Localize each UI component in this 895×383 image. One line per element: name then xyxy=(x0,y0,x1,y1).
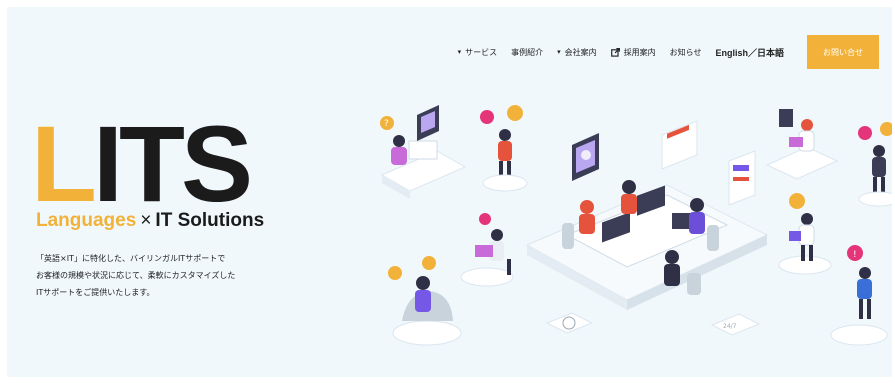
language-switch[interactable]: English／日本語 xyxy=(715,46,784,59)
nav-item-label: お知らせ xyxy=(669,47,702,57)
office-illustration: ? 24/7 ! xyxy=(380,105,892,346)
external-link-icon xyxy=(610,47,620,57)
contact-button[interactable]: お問い合せ xyxy=(807,35,879,69)
video-call-panel xyxy=(572,133,599,181)
nav-item-services[interactable]: ▾ サービス xyxy=(458,47,498,58)
floor-tiles: 24/7 xyxy=(545,312,761,336)
description-line: お客様の規模や状況に応じて、柔軟にカスタマイズした xyxy=(36,271,236,280)
nav-item-label: 事例紹介 xyxy=(511,47,544,57)
description-line: 「英語×IT」に特化した、バイリンガルITサポートで xyxy=(36,254,226,263)
person-with-laptop xyxy=(460,213,514,287)
tagline: Languages × IT Solutions xyxy=(36,210,264,232)
nav-item-news[interactable]: お知らせ xyxy=(670,47,702,58)
person-at-desk-right xyxy=(765,109,839,180)
svg-text:24/7: 24/7 xyxy=(723,323,737,330)
hero-section: ▾ サービス 事例紹介 ▾ 会社案内 採用案内 お知らせ English／日本語… xyxy=(7,7,892,377)
lits-logo: L ITS xyxy=(31,103,253,224)
main-nav: ▾ サービス 事例紹介 ▾ 会社案内 採用案内 お知らせ English／日本語… xyxy=(458,35,892,69)
tagline-times: × xyxy=(140,210,152,231)
logo-letter-l: L xyxy=(31,103,97,224)
tagline-it-solutions: IT Solutions xyxy=(155,210,265,231)
nav-item-company[interactable]: ▾ 会社案内 xyxy=(557,47,597,58)
svg-text:?: ? xyxy=(384,119,389,129)
person-standing-right xyxy=(858,122,892,207)
chevron-down-icon: ▾ xyxy=(457,48,462,56)
nav-item-label: 採用案内 xyxy=(623,47,656,57)
svg-text:!: ! xyxy=(853,250,857,260)
avatar-card xyxy=(417,105,439,141)
person-in-chair xyxy=(388,256,462,346)
tagline-languages: Languages xyxy=(36,210,137,231)
nav-item-cases[interactable]: 事例紹介 xyxy=(511,47,543,58)
standing-person-top xyxy=(480,105,528,192)
description-line: ITサポートをご提供いたします。 xyxy=(36,288,155,297)
logo-letters-its: ITS xyxy=(92,103,253,224)
nav-item-label: サービス xyxy=(465,47,498,57)
person-with-tablet-right xyxy=(778,193,832,275)
hero-description: 「英語×IT」に特化した、バイリンガルITサポートで お客様の規模や状況に応じて… xyxy=(36,250,296,301)
nav-item-label: 会社案内 xyxy=(564,47,597,57)
chevron-down-icon: ▾ xyxy=(557,48,561,56)
nav-item-label: English／日本語 xyxy=(715,47,784,58)
person-alert-right: ! xyxy=(830,245,888,346)
nav-item-recruit[interactable]: 採用案内 xyxy=(610,47,656,58)
